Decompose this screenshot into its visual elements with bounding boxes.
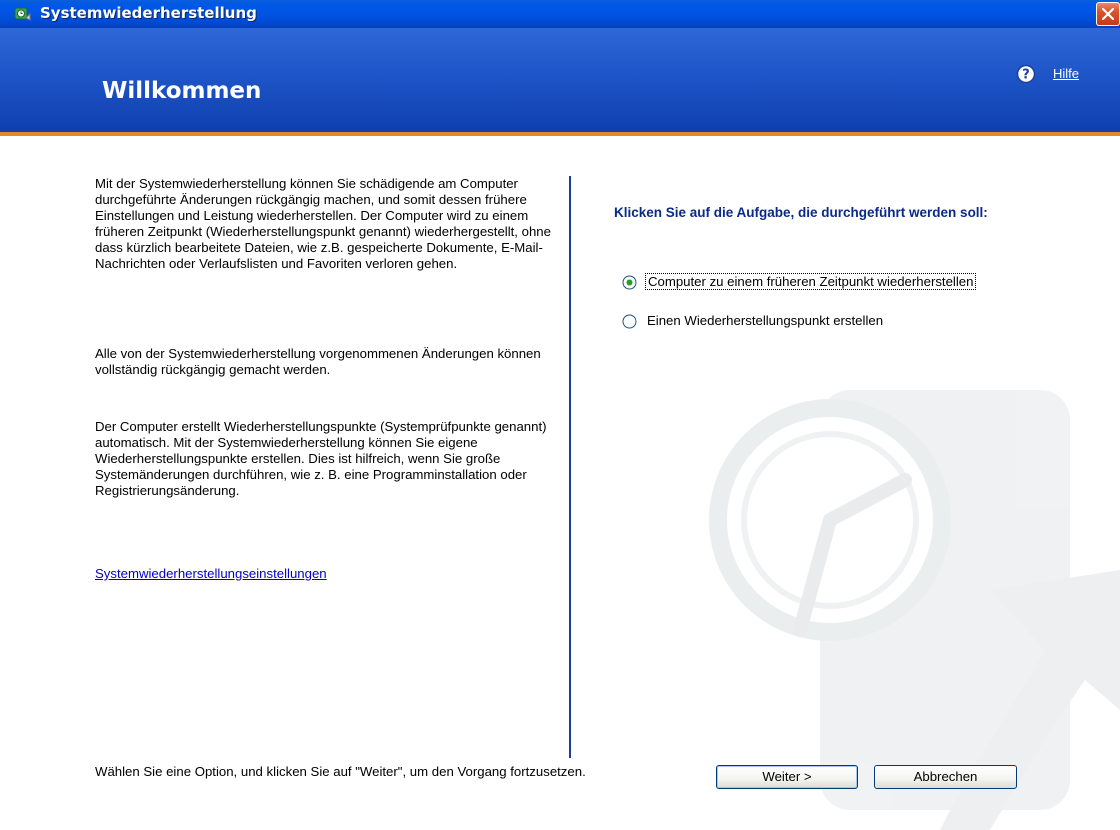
option-restore-label[interactable]: Computer zu einem früheren Zeitpunkt wie… — [645, 273, 977, 290]
close-button[interactable] — [1096, 2, 1120, 26]
header-accent-line — [0, 132, 1120, 136]
instruction-text: Wählen Sie eine Option, und klicken Sie … — [95, 764, 586, 779]
cancel-button[interactable]: Abbrechen — [874, 765, 1017, 789]
page-title: Willkommen — [102, 78, 262, 104]
intro-paragraph: Mit der Systemwiederherstellung können S… — [95, 176, 551, 271]
system-restore-icon — [14, 7, 31, 21]
panel-divider — [569, 176, 571, 758]
radio-selected-icon[interactable] — [622, 275, 637, 290]
help-question-icon[interactable]: ? — [1016, 64, 1036, 84]
task-heading: Klicken Sie auf die Aufgabe, die durchge… — [614, 205, 988, 220]
radio-unselected-icon[interactable] — [622, 314, 637, 329]
svg-text:?: ? — [1022, 68, 1030, 83]
next-button[interactable]: Weiter > — [716, 765, 858, 789]
restore-points-paragraph: Der Computer erstellt Wiederherstellungs… — [95, 419, 547, 498]
help-link[interactable]: Hilfe — [1053, 66, 1079, 81]
window-title: Systemwiederherstellung — [40, 4, 257, 22]
system-restore-settings-link[interactable]: Systemwiederherstellungseinstellungen — [95, 566, 327, 581]
system-restore-watermark-icon — [709, 390, 1120, 830]
close-icon — [1102, 8, 1114, 20]
undo-paragraph: Alle von der Systemwiederherstellung vor… — [95, 346, 541, 377]
option-create-label[interactable]: Einen Wiederherstellungspunkt erstellen — [645, 313, 885, 328]
window-titlebar: Systemwiederherstellung — [0, 0, 1120, 28]
